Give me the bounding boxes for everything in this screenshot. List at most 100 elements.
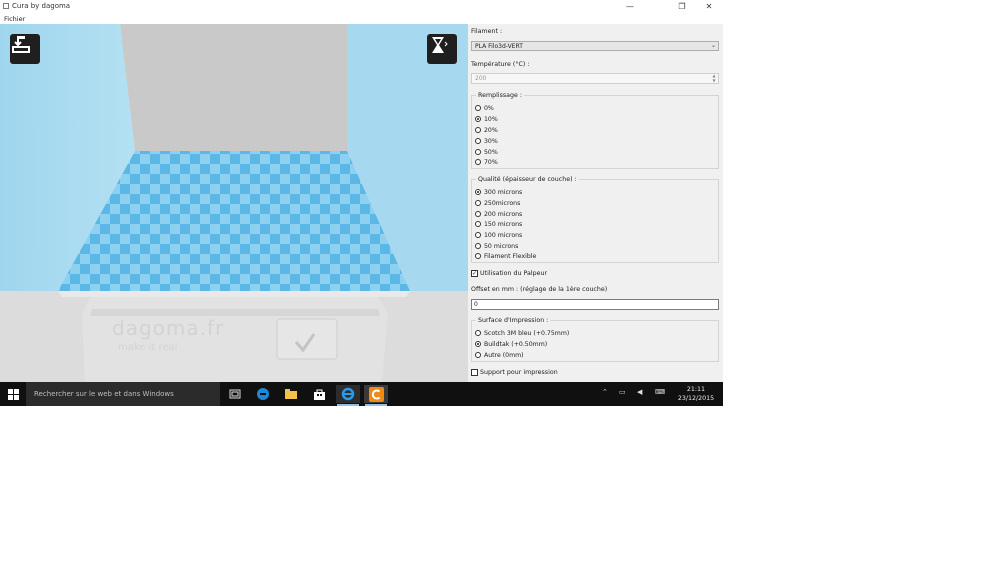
close-button[interactable]: ✕: [696, 0, 722, 13]
bed-edge: [58, 291, 410, 297]
edge-icon: [257, 388, 269, 400]
quality-option[interactable]: 100 microns: [475, 230, 522, 240]
surface-option[interactable]: Autre (0mm): [475, 350, 524, 360]
print-icon: [432, 37, 448, 53]
infill-option[interactable]: 0%: [475, 103, 494, 113]
minimize-icon: —: [626, 2, 634, 11]
infill-option[interactable]: 50%: [475, 147, 498, 157]
radio-icon: [475, 200, 481, 206]
quality-option[interactable]: 300 microns: [475, 187, 522, 197]
support-checkbox[interactable]: Support pour impression: [471, 367, 558, 377]
task-view-button[interactable]: [223, 385, 247, 403]
radio-icon: [475, 243, 481, 249]
filament-value: PLA Filo3d-VERT: [475, 43, 523, 50]
windows-taskbar: Rechercher sur le web et dans Windows ⌃ …: [0, 382, 723, 406]
logo-plate: [276, 318, 338, 360]
quality-group: Qualité (épaisseur de couche) : 300 micr…: [471, 176, 719, 263]
surface-option[interactable]: Scotch 3M bleu (+0.75mm): [475, 328, 569, 338]
internet-explorer-button[interactable]: [336, 385, 360, 406]
minimize-button[interactable]: —: [617, 0, 643, 13]
edge-button[interactable]: [251, 385, 275, 403]
store-button[interactable]: [307, 385, 331, 403]
title-bar[interactable]: Cura by dagoma — ❐ ✕: [0, 0, 723, 13]
radio-selected-icon: [475, 116, 481, 122]
offset-value: 0: [474, 301, 478, 308]
spin-down-icon[interactable]: ▼: [711, 79, 717, 83]
restore-icon: ❐: [678, 2, 686, 11]
quality-option[interactable]: 200 microns: [475, 209, 522, 219]
windows-logo-icon: [7, 388, 19, 400]
load-model-button[interactable]: [10, 34, 40, 64]
tagline-watermark: make it real: [118, 342, 178, 353]
menu-bar: Fichier: [0, 13, 723, 24]
search-placeholder: Rechercher sur le web et dans Windows: [34, 390, 174, 398]
radio-icon: [475, 232, 481, 238]
infill-group: Remplissage : 0% 10% 20% 30% 50% 70%: [471, 92, 719, 169]
surface-title: Surface d'Impression :: [476, 317, 551, 324]
system-clock[interactable]: 21:11 23/12/2015: [670, 385, 722, 403]
radio-icon: [475, 159, 481, 165]
checkbox-checked-icon: ✓: [471, 269, 478, 277]
taskbar-search-box[interactable]: Rechercher sur le web et dans Windows: [26, 382, 220, 406]
radio-selected-icon: [475, 341, 481, 347]
slice-print-button[interactable]: [427, 34, 457, 64]
surface-group: Surface d'Impression : Scotch 3M bleu (+…: [471, 317, 719, 362]
task-view-icon: [229, 389, 241, 399]
chevron-up-icon[interactable]: ⌃: [602, 388, 608, 396]
radio-icon: [475, 127, 481, 133]
dagoma-watermark: dagoma.fr: [112, 316, 225, 340]
radio-icon: [475, 105, 481, 111]
radio-icon: [475, 149, 481, 155]
restore-button[interactable]: ❐: [669, 0, 695, 13]
infill-option[interactable]: 20%: [475, 125, 498, 135]
printer-scene: [0, 24, 468, 382]
radio-icon: [475, 330, 481, 336]
chevron-down-icon: ⌄: [710, 42, 716, 49]
radio-icon: [475, 253, 481, 259]
folder-icon: [285, 389, 297, 399]
infill-title: Remplissage :: [476, 92, 525, 99]
filament-select[interactable]: PLA Filo3d-VERT ⌄: [471, 41, 719, 51]
infill-option[interactable]: 30%: [475, 136, 498, 146]
temperature-input[interactable]: 200 ▲ ▼: [471, 73, 719, 84]
clock-date: 23/12/2015: [677, 395, 715, 402]
internet-explorer-icon: [341, 387, 355, 401]
load-model-icon: [12, 36, 30, 53]
quality-title: Qualité (épaisseur de couche) :: [476, 176, 579, 183]
back-wall: [120, 24, 347, 151]
cura-taskbar-button[interactable]: [364, 385, 388, 406]
menu-fichier[interactable]: Fichier: [4, 15, 25, 23]
radio-selected-icon: [475, 189, 481, 195]
cura-window: Cura by dagoma — ❐ ✕ Fichier dagoma.fr m…: [0, 0, 723, 406]
battery-icon[interactable]: ▭: [619, 388, 626, 396]
radio-icon: [475, 211, 481, 217]
quality-option[interactable]: 250microns: [475, 198, 520, 208]
keyboard-icon[interactable]: ⌨: [655, 388, 665, 396]
app-icon: [3, 3, 9, 9]
filament-label: Filament :: [471, 28, 503, 35]
quality-option[interactable]: Filament Flexible: [475, 251, 536, 261]
radio-icon: [475, 352, 481, 358]
quality-option[interactable]: 150 microns: [475, 219, 522, 229]
start-button[interactable]: [0, 382, 26, 406]
surface-option[interactable]: Buildtak (+0.50mm): [475, 339, 547, 349]
infill-option[interactable]: 70%: [475, 157, 498, 167]
quality-option[interactable]: 50 microns: [475, 241, 518, 251]
infill-option[interactable]: 10%: [475, 114, 498, 124]
3d-viewport[interactable]: dagoma.fr make it real: [0, 24, 468, 382]
window-title: Cura by dagoma: [12, 2, 71, 10]
volume-icon[interactable]: ◀: [637, 388, 642, 396]
cura-icon: [368, 386, 384, 402]
radio-icon: [475, 138, 481, 144]
clock-time: 21:11: [686, 386, 706, 393]
checkbox-icon: [471, 368, 478, 376]
close-icon: ✕: [705, 2, 713, 11]
temperature-value: 200: [475, 75, 487, 82]
offset-input[interactable]: 0: [471, 299, 719, 310]
offset-label: Offset en mm : (réglage de la 1ère couch…: [471, 286, 608, 293]
file-explorer-button[interactable]: [279, 385, 303, 403]
radio-icon: [475, 221, 481, 227]
probe-checkbox[interactable]: ✓ Utilisation du Palpeur: [471, 268, 547, 278]
settings-panel: Filament : PLA Filo3d-VERT ⌄ Température…: [468, 24, 723, 382]
temperature-label: Température (°C) :: [471, 61, 530, 68]
